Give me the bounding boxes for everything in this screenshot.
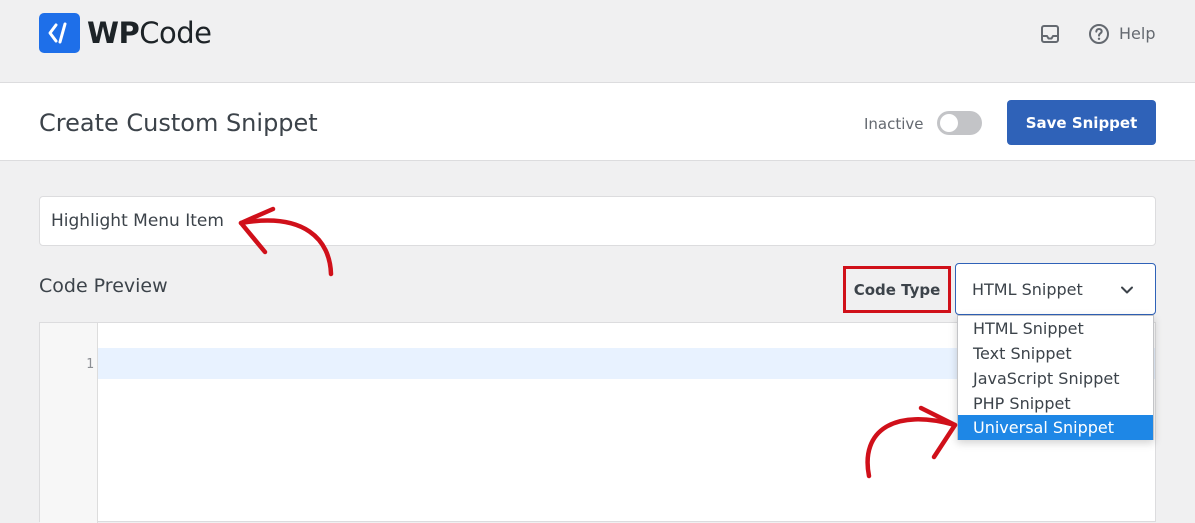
- code-slash-icon: [39, 13, 80, 53]
- code-type-select[interactable]: HTML Snippet: [955, 263, 1156, 315]
- code-preview-title: Code Preview: [39, 275, 168, 297]
- page-title: Create Custom Snippet: [39, 109, 318, 137]
- option-javascript-snippet[interactable]: JavaScript Snippet: [958, 366, 1153, 391]
- active-toggle[interactable]: [937, 111, 982, 135]
- inbox-icon[interactable]: [1039, 23, 1061, 45]
- status-label: Inactive: [864, 115, 924, 133]
- chevron-down-icon: [1119, 282, 1135, 298]
- line-gutter: 1: [40, 323, 98, 523]
- code-type-selected-value: HTML Snippet: [972, 280, 1083, 299]
- question-circle-icon[interactable]: [1088, 23, 1110, 45]
- code-type-label: Code Type: [843, 266, 951, 313]
- save-snippet-button[interactable]: Save Snippet: [1007, 100, 1156, 145]
- option-text-snippet[interactable]: Text Snippet: [958, 341, 1153, 366]
- toggle-knob: [940, 114, 958, 132]
- option-php-snippet[interactable]: PHP Snippet: [958, 391, 1153, 416]
- help-link[interactable]: Help: [1119, 24, 1155, 44]
- logo-wordmark: WPCode: [87, 16, 212, 50]
- code-type-options: HTML Snippet Text Snippet JavaScript Sni…: [957, 315, 1154, 440]
- option-html-snippet[interactable]: HTML Snippet: [958, 316, 1153, 341]
- logo-word-bold: WP: [87, 16, 140, 50]
- line-number: 1: [86, 357, 94, 372]
- page-header: Create Custom Snippet Inactive Save Snip…: [0, 83, 1195, 161]
- logo-word-regular: Code: [139, 16, 212, 50]
- snippet-title-input[interactable]: Highlight Menu Item: [39, 196, 1156, 246]
- top-bar: WPCode Help: [0, 0, 1195, 83]
- option-universal-snippet[interactable]: Universal Snippet: [958, 415, 1153, 440]
- code-type-label-text: Code Type: [853, 280, 941, 299]
